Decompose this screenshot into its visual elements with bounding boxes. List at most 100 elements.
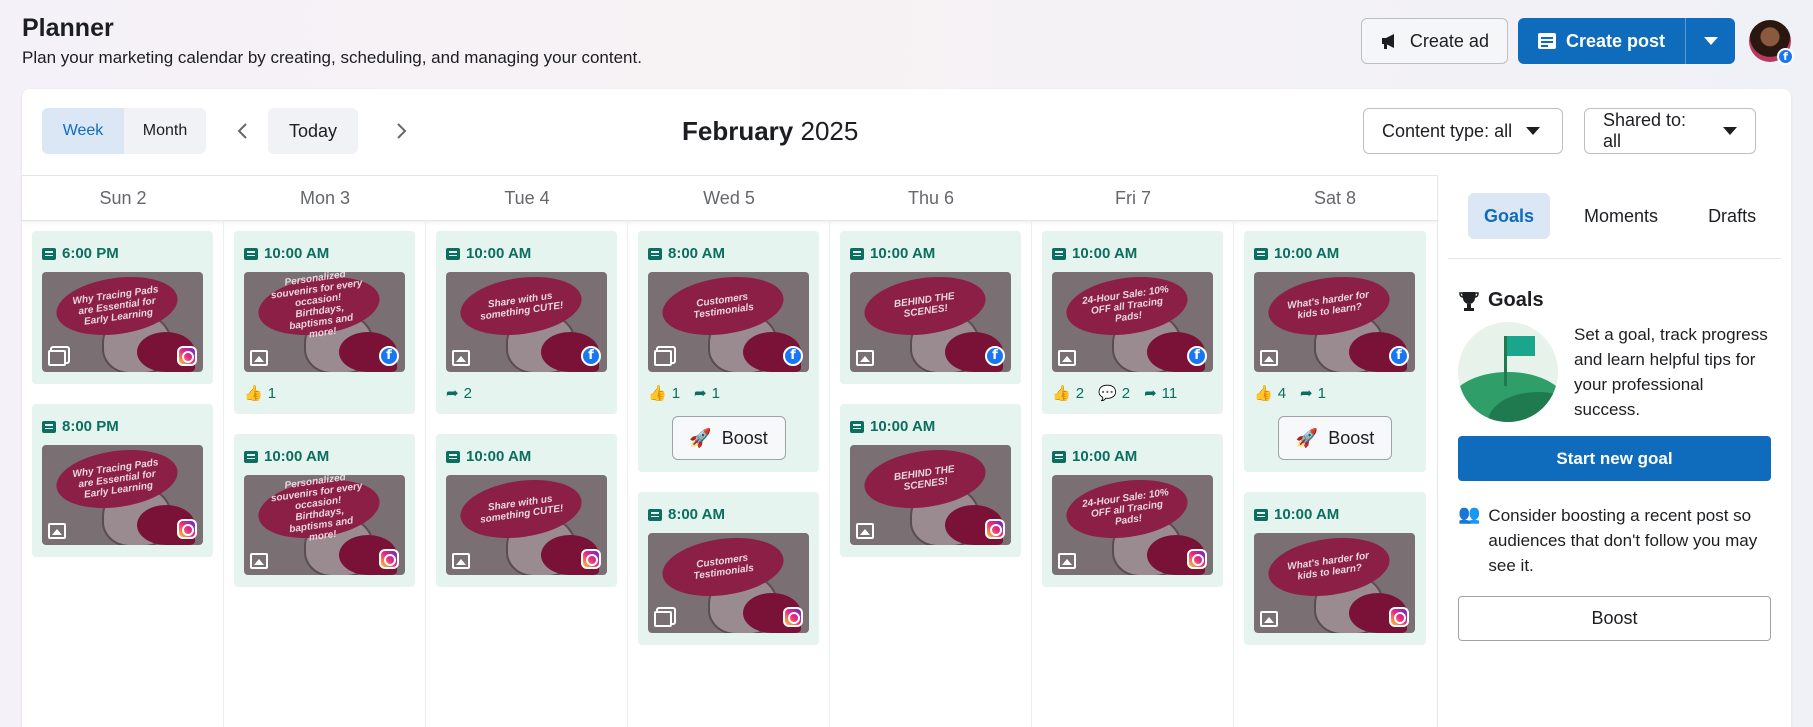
month-title: February 2025 xyxy=(682,116,858,147)
metric: 👍 1 xyxy=(648,384,680,402)
previous-week-button[interactable] xyxy=(227,116,257,146)
metric-value: 2 xyxy=(463,384,472,402)
post-time: 10:00 AM xyxy=(850,418,1011,435)
avatar[interactable]: f xyxy=(1749,20,1794,65)
post-time-label: 8:00 AM xyxy=(668,506,725,523)
day-column: 10:00 AM 24-Hour Sale: 10% OFF all Traci… xyxy=(1032,221,1234,727)
post-card[interactable]: 10:00 AM Share with us something CUTE! xyxy=(436,434,617,587)
next-week-button[interactable] xyxy=(387,116,417,146)
post-card[interactable]: 10:00 AM BEHIND THE SCENES! xyxy=(840,404,1021,557)
post-icon xyxy=(1537,33,1556,49)
tab-goals[interactable]: Goals xyxy=(1468,193,1551,239)
post-card[interactable]: 6:00 PM Why Tracing Pads are Essential f… xyxy=(32,231,213,384)
like-icon: 👍 xyxy=(648,384,667,402)
post-time: 10:00 AM xyxy=(1052,245,1213,262)
post-thumbnail[interactable]: Customers Testimonials xyxy=(648,533,809,633)
day-columns: 6:00 PM Why Tracing Pads are Essential f… xyxy=(22,221,1437,727)
post-thumbnail[interactable]: Why Tracing Pads are Essential for Early… xyxy=(42,272,203,372)
post-card[interactable]: 10:00 AM Share with us something CUTE! f… xyxy=(436,231,617,414)
page-title: Planner xyxy=(22,14,114,42)
day-column: 10:00 AM Personalized souvenirs for ever… xyxy=(224,221,426,727)
post-time-label: 8:00 PM xyxy=(62,418,119,435)
post-card[interactable]: 10:00 AM 24-Hour Sale: 10% OFF all Traci… xyxy=(1042,231,1223,414)
boost-button[interactable]: 🚀 Boost xyxy=(671,416,786,460)
instagram-icon xyxy=(581,549,601,569)
month-view-button[interactable]: Month xyxy=(124,108,206,154)
side-panel: Goals Moments Drafts Goals Set a goal, t… xyxy=(1437,175,1791,727)
tab-drafts[interactable]: Drafts xyxy=(1692,193,1772,239)
metric-value: 11 xyxy=(1161,384,1178,402)
day-header: Wed 5 xyxy=(703,187,755,208)
create-post-dropdown[interactable] xyxy=(1685,18,1735,64)
audience-icon: 👥 xyxy=(1458,504,1481,525)
post-thumbnail[interactable]: BEHIND THE SCENES! xyxy=(850,445,1011,545)
boost-button[interactable]: 🚀 Boost xyxy=(1278,416,1392,460)
day-header: Sun 2 xyxy=(99,187,147,208)
post-thumbnail[interactable]: BEHIND THE SCENES! f xyxy=(850,272,1011,372)
create-ad-button[interactable]: Create ad xyxy=(1360,18,1508,64)
post-thumbnail[interactable]: 24-Hour Sale: 10% OFF all Tracing Pads! xyxy=(1052,475,1213,575)
post-card[interactable]: 10:00 AM What's harder for kids to learn… xyxy=(1244,492,1426,645)
post-card[interactable]: 10:00 AM What's harder for kids to learn… xyxy=(1244,231,1426,472)
post-thumbnail[interactable]: Personalized souvenirs for every occasio… xyxy=(244,272,405,372)
metric-value: 1 xyxy=(267,384,277,402)
post-thumbnail[interactable]: Personalized souvenirs for every occasio… xyxy=(244,475,405,575)
post-thumbnail[interactable]: Share with us something CUTE! f xyxy=(446,272,607,372)
shared-to-filter[interactable]: Shared to: all xyxy=(1584,108,1756,154)
post-thumbnail[interactable]: Share with us something CUTE! xyxy=(446,475,607,575)
post-time: 8:00 PM xyxy=(42,418,203,435)
week-view-button[interactable]: Week xyxy=(42,108,124,154)
post-card[interactable]: 8:00 AM Customers Testimonials xyxy=(638,492,819,645)
post-card[interactable]: 10:00 AM 24-Hour Sale: 10% OFF all Traci… xyxy=(1042,434,1223,587)
megaphone-icon xyxy=(1381,34,1394,49)
post-card[interactable]: 8:00 PM Why Tracing Pads are Essential f… xyxy=(32,404,213,557)
day-column: 6:00 PM Why Tracing Pads are Essential f… xyxy=(22,221,224,727)
side-boost-button[interactable]: Boost xyxy=(1458,596,1771,641)
image-icon xyxy=(1260,350,1278,366)
post-thumbnail[interactable]: What's harder for kids to learn? f xyxy=(1254,272,1415,372)
post-thumbnail[interactable]: What's harder for kids to learn? xyxy=(1254,533,1415,633)
rocket-icon: 🚀 xyxy=(689,427,712,449)
day-header: Sat 8 xyxy=(1313,187,1357,208)
start-new-goal-button[interactable]: Start new goal xyxy=(1458,436,1771,481)
facebook-icon: f xyxy=(581,346,601,366)
like-icon: 👍 xyxy=(1052,384,1071,402)
post-time: 10:00 AM xyxy=(446,448,607,465)
like-icon: 👍 xyxy=(1254,384,1273,402)
image-icon xyxy=(1058,553,1076,569)
image-icon xyxy=(452,553,470,569)
post-time-label: 10:00 AM xyxy=(1274,506,1340,523)
metric: ➦ 11 xyxy=(1144,384,1177,402)
post-time-label: 10:00 AM xyxy=(1274,245,1340,262)
create-ad-label: Create ad xyxy=(1409,30,1489,51)
post-icon xyxy=(1052,450,1066,463)
post-card[interactable]: 10:00 AM Personalized souvenirs for ever… xyxy=(234,434,415,587)
comment-icon: 💬 xyxy=(1098,384,1117,402)
week-calendar: Sun 2 Mon 3 Tue 4 Wed 5 Thu 6 Fri 7 Sat 8 6:00… xyxy=(22,175,1437,727)
page-subtitle: Plan your marketing calendar by creating… xyxy=(22,48,642,67)
post-icon xyxy=(648,508,662,521)
post-time-label: 10:00 AM xyxy=(466,245,532,262)
post-time: 10:00 AM xyxy=(1254,506,1416,523)
image-icon xyxy=(250,350,268,366)
create-post-button[interactable]: Create post xyxy=(1517,18,1685,64)
content-type-filter[interactable]: Content type: all xyxy=(1363,108,1563,154)
post-thumbnail[interactable]: Customers Testimonials f xyxy=(648,272,809,372)
post-time: 8:00 AM xyxy=(648,506,809,523)
post-time-label: 10:00 AM xyxy=(264,245,330,262)
post-card[interactable]: 8:00 AM Customers Testimonials f 👍 1 ➦ 1… xyxy=(638,231,819,472)
today-button[interactable]: Today xyxy=(268,108,358,154)
tab-moments[interactable]: Moments xyxy=(1568,193,1674,239)
post-time-label: 10:00 AM xyxy=(1072,448,1138,465)
post-card[interactable]: 10:00 AM Personalized souvenirs for ever… xyxy=(234,231,415,414)
post-thumbnail[interactable]: Why Tracing Pads are Essential for Early… xyxy=(42,445,203,545)
post-time: 6:00 PM xyxy=(42,245,203,262)
post-thumbnail[interactable]: 24-Hour Sale: 10% OFF all Tracing Pads! … xyxy=(1052,272,1213,372)
post-metrics: 👍 1 ➦ 1 xyxy=(648,384,809,402)
chevron-down-icon xyxy=(1526,127,1541,135)
post-icon xyxy=(446,450,460,463)
image-icon xyxy=(48,523,66,539)
post-card[interactable]: 10:00 AM BEHIND THE SCENES! f xyxy=(840,231,1021,384)
boost-label: Boost xyxy=(721,427,768,448)
carousel-icon xyxy=(48,350,66,366)
